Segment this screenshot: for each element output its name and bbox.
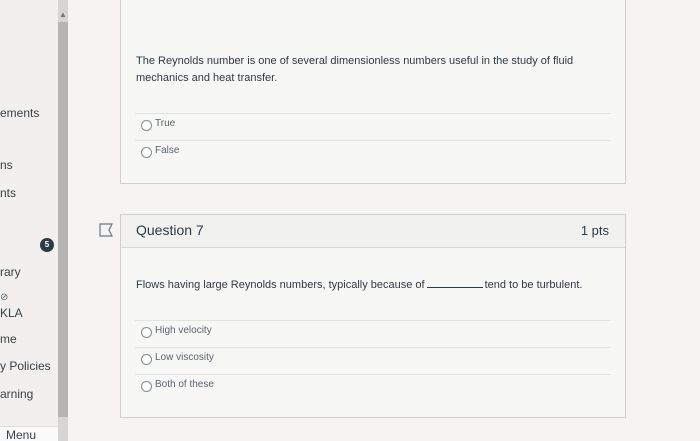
menu-button[interactable]: Menu [0,426,58,441]
radio-true[interactable] [141,120,152,131]
question-title: Question 7 [136,222,204,238]
nav-item-home[interactable]: me [0,332,17,346]
answer-label-high-velocity: High velocity [155,325,212,336]
answer-option-low-viscosity[interactable]: Low viscosity [135,347,611,372]
fill-in-blank [426,287,483,288]
nav-item-announcements[interactable]: ements [0,106,39,120]
notification-badge: 5 [40,238,54,252]
answer-label-false: False [155,145,180,156]
nav-item-discussions[interactable]: nts [0,186,16,200]
radio-false[interactable] [141,147,152,158]
answer-label-low-viscosity: Low viscosity [155,352,214,363]
question-7-text-before: Flows having large Reynolds numbers, typ… [136,279,425,291]
scrollbar-thumb[interactable] [58,22,68,417]
radio-high-velocity[interactable] [141,327,152,338]
course-navigation: ements ns nts 5 rary ⊘ KLA me y Policies… [0,0,58,441]
question-7-header: Question 7 1 pts [121,215,625,248]
answer-option-high-velocity[interactable]: High velocity [135,320,611,345]
radio-low-viscosity[interactable] [141,354,152,365]
external-link-icon: ⊘ [0,292,9,303]
question-7-text-after: tend to be turbulent. [484,279,583,291]
scroll-up-arrow-icon[interactable]: ▲ [59,10,67,19]
question-7-card: Question 7 1 pts Flows having large Reyn… [120,214,626,418]
nav-item-learning[interactable]: arning [0,387,33,401]
nav-item-assignments[interactable]: ns [0,158,13,172]
menu-label: Menu [6,428,37,441]
question-6-card: The Reynolds number is one of several di… [120,0,626,184]
answer-label-both: Both of these [155,379,214,390]
nav-item-library[interactable]: rary [0,265,21,279]
answer-option-true[interactable]: True [135,113,611,138]
answer-label-true: True [155,118,176,129]
nav-item-kla[interactable]: KLA [0,306,23,320]
answer-option-both[interactable]: Both of these [135,374,611,399]
question-6-text: The Reynolds number is one of several di… [136,55,574,84]
question-7-text: Flows having large Reynolds numbers, typ… [136,277,616,294]
nav-item-policies[interactable]: y Policies [0,359,51,373]
answer-option-false[interactable]: False [135,140,611,165]
flag-question-icon[interactable] [99,223,115,237]
radio-both[interactable] [141,381,152,392]
question-points: 1 pts [580,223,609,238]
